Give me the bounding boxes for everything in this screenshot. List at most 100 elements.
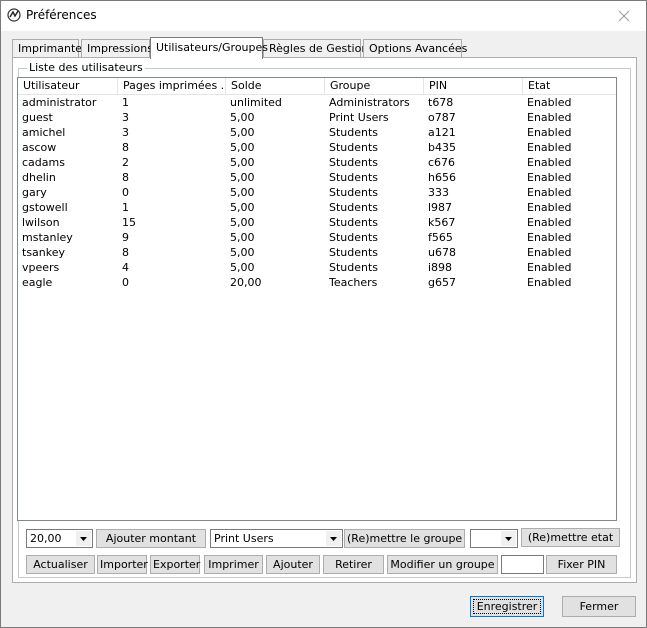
- cell-etat: Enabled: [527, 126, 572, 139]
- table-row[interactable]: tsankey 8 5,00 Students u678 Enabled: [18, 245, 616, 260]
- cell-groupe: Students: [329, 261, 379, 274]
- table-row[interactable]: amichel 3 5,00 Students a121 Enabled: [18, 125, 616, 140]
- cell-solde: 5,00: [230, 261, 255, 274]
- cell-groupe: Students: [329, 186, 379, 199]
- cell-utilisateur: tsankey: [22, 246, 66, 259]
- cell-pages: 9: [122, 231, 129, 244]
- column-header-solde[interactable]: Solde: [226, 78, 325, 95]
- cell-groupe: Print Users: [329, 111, 389, 124]
- table-row[interactable]: dhelin 8 5,00 Students h656 Enabled: [18, 170, 616, 185]
- title-bar: Préférences: [1, 1, 646, 31]
- export-button[interactable]: Exporter: [150, 555, 200, 574]
- cell-solde: 5,00: [230, 201, 255, 214]
- cell-etat: Enabled: [527, 246, 572, 259]
- cell-pages: 8: [122, 171, 129, 184]
- set-pin-button[interactable]: Fixer PIN: [546, 555, 617, 574]
- set-state-button[interactable]: (Re)mettre etat: [521, 528, 620, 547]
- refresh-button[interactable]: Actualiser: [26, 555, 95, 574]
- cell-pages: 3: [122, 126, 129, 139]
- cell-utilisateur: ascow: [22, 141, 57, 154]
- cell-pages: 15: [122, 216, 136, 229]
- table-row[interactable]: eagle 0 20,00 Teachers g657 Enabled: [18, 275, 616, 290]
- cell-solde: 5,00: [230, 171, 255, 184]
- chevron-down-icon: [76, 531, 91, 546]
- cell-pin: b435: [428, 141, 456, 154]
- remove-user-button[interactable]: Retirer: [323, 555, 384, 574]
- cell-groupe: Students: [329, 141, 379, 154]
- cell-pin: c676: [428, 156, 456, 169]
- users-list-header: Utilisateur Pages imprimées ... Solde Gr…: [18, 78, 616, 95]
- group-value: Print Users: [214, 532, 274, 545]
- cell-pin: k567: [428, 216, 456, 229]
- state-select[interactable]: [470, 529, 518, 548]
- cell-solde: 5,00: [230, 186, 255, 199]
- chevron-down-icon: [501, 531, 516, 546]
- table-row[interactable]: mstanley 9 5,00 Students f565 Enabled: [18, 230, 616, 245]
- column-header-pages[interactable]: Pages imprimées ...: [118, 78, 226, 95]
- cell-utilisateur: mstanley: [22, 231, 73, 244]
- add-amount-button[interactable]: Ajouter montant: [96, 529, 206, 548]
- tab-utilisateurs-groupes[interactable]: Utilisateurs/Groupes: [150, 37, 268, 59]
- window-title: Préférences: [26, 8, 97, 22]
- import-button[interactable]: Importer: [97, 555, 148, 574]
- cell-groupe: Students: [329, 246, 379, 259]
- close-window-button[interactable]: [602, 1, 646, 30]
- users-groupbox-label: Liste des utilisateurs: [27, 61, 145, 74]
- cell-groupe: Students: [329, 201, 379, 214]
- cell-pin: l987: [428, 201, 453, 214]
- cell-solde: 5,00: [230, 246, 255, 259]
- save-button[interactable]: Enregistrer: [470, 596, 544, 617]
- print-button[interactable]: Imprimer: [204, 555, 263, 574]
- table-row[interactable]: ascow 8 5,00 Students b435 Enabled: [18, 140, 616, 155]
- table-row[interactable]: gstowell 1 5,00 Students l987 Enabled: [18, 200, 616, 215]
- table-row[interactable]: lwilson 15 5,00 Students k567 Enabled: [18, 215, 616, 230]
- cell-etat: Enabled: [527, 201, 572, 214]
- tab-imprimantes[interactable]: Imprimantes: [12, 39, 88, 58]
- table-row[interactable]: guest 3 5,00 Print Users o787 Enabled: [18, 110, 616, 125]
- add-user-button[interactable]: Ajouter: [266, 555, 320, 574]
- cell-etat: Enabled: [527, 96, 572, 109]
- cell-solde: 5,00: [230, 156, 255, 169]
- users-list[interactable]: Utilisateur Pages imprimées ... Solde Gr…: [17, 77, 617, 521]
- table-row[interactable]: cadams 2 5,00 Students c676 Enabled: [18, 155, 616, 170]
- cell-utilisateur: guest: [22, 111, 53, 124]
- cell-utilisateur: administrator: [22, 96, 97, 109]
- cell-solde: 20,00: [230, 276, 262, 289]
- cell-pin: a121: [428, 126, 456, 139]
- modify-group-button[interactable]: Modifier un groupe: [387, 555, 498, 574]
- tab-regles-de-gestion[interactable]: Règles de Gestion: [263, 39, 368, 58]
- cell-pages: 0: [122, 186, 129, 199]
- amount-value: 20,00: [30, 532, 62, 545]
- set-group-button[interactable]: (Re)mettre le groupe: [344, 529, 465, 548]
- cell-pin: h656: [428, 171, 456, 184]
- column-header-pin[interactable]: PIN: [424, 78, 523, 95]
- cell-utilisateur: gstowell: [22, 201, 68, 214]
- cell-etat: Enabled: [527, 156, 572, 169]
- cell-solde: unlimited: [230, 96, 282, 109]
- table-row[interactable]: gary 0 5,00 Students 333 Enabled: [18, 185, 616, 200]
- group-select[interactable]: Print Users: [210, 529, 343, 548]
- cell-groupe: Teachers: [329, 276, 378, 289]
- cell-etat: Enabled: [527, 276, 572, 289]
- cell-utilisateur: cadams: [22, 156, 65, 169]
- cell-pages: 8: [122, 141, 129, 154]
- column-header-utilisateur[interactable]: Utilisateur: [18, 78, 118, 95]
- close-button[interactable]: Fermer: [562, 596, 636, 617]
- printer-app-icon: [7, 8, 21, 22]
- chevron-down-icon: [326, 531, 341, 546]
- table-row[interactable]: administrator 1 unlimited Administrators t67…: [18, 95, 616, 110]
- cell-pin: o787: [428, 111, 456, 124]
- column-header-groupe[interactable]: Groupe: [325, 78, 424, 95]
- cell-pages: 3: [122, 111, 129, 124]
- table-row[interactable]: vpeers 4 5,00 Students i898 Enabled: [18, 260, 616, 275]
- tab-impressions[interactable]: Impressions: [81, 39, 153, 58]
- column-header-etat[interactable]: Etat: [523, 78, 616, 95]
- cell-utilisateur: eagle: [22, 276, 53, 289]
- amount-select[interactable]: 20,00: [26, 529, 93, 548]
- tab-options-avancees[interactable]: Options Avancées: [363, 39, 467, 58]
- pin-input[interactable]: [501, 555, 544, 574]
- cell-groupe: Students: [329, 156, 379, 169]
- cell-groupe: Administrators: [329, 96, 410, 109]
- cell-groupe: Students: [329, 126, 379, 139]
- cell-pin: g657: [428, 276, 456, 289]
